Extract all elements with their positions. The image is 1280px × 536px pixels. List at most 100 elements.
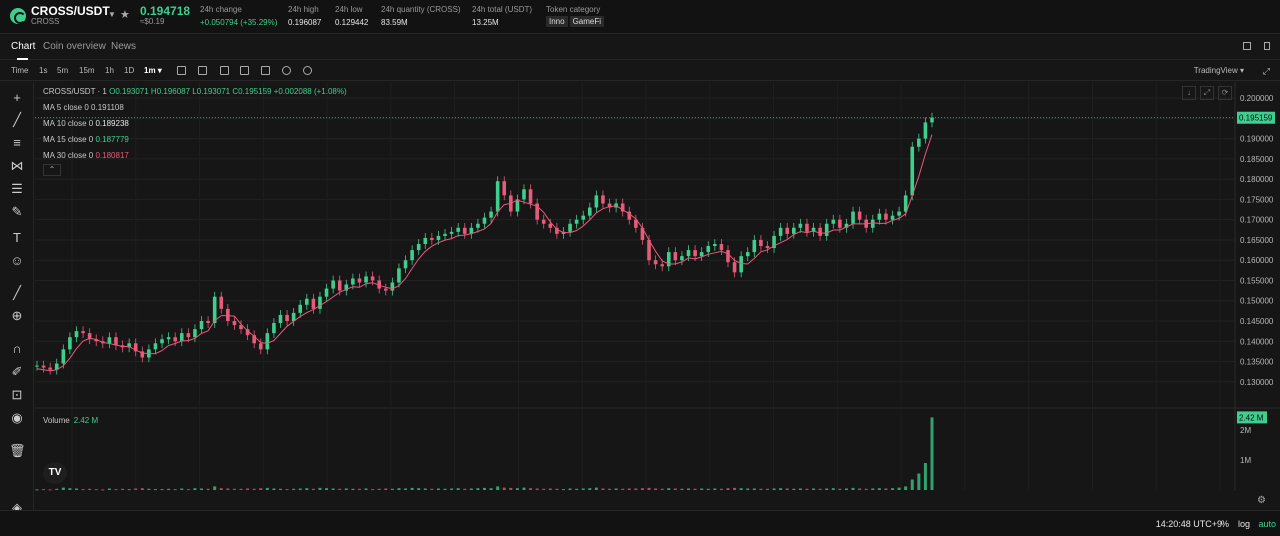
ma-label: MA 30 close 0	[43, 151, 94, 160]
fib-icon[interactable]: ☰	[9, 181, 25, 197]
volume-bar	[601, 488, 605, 490]
volume-bar	[219, 488, 223, 490]
candle	[805, 223, 809, 232]
bar-chart-icon[interactable]	[177, 66, 186, 75]
horizontal-lines-icon[interactable]: ≡	[9, 135, 25, 151]
candle	[541, 219, 546, 224]
volume-bar	[673, 488, 677, 490]
y-tick-label: 0.155000	[1240, 276, 1274, 285]
lock-icon[interactable]: ⊡	[9, 387, 25, 403]
tab-news[interactable]: News	[111, 41, 136, 52]
save-icon[interactable]	[1243, 42, 1251, 50]
candle	[870, 219, 875, 228]
volume-bar	[476, 488, 480, 490]
brush-icon[interactable]: ✎	[9, 204, 25, 220]
interval-15m[interactable]: 15m	[79, 66, 95, 75]
interval-1d[interactable]: 1D	[124, 66, 134, 75]
settings-icon[interactable]	[303, 66, 312, 75]
symbol-name[interactable]: CROSS/USDT	[31, 4, 110, 18]
candle	[41, 365, 46, 368]
volume-bar	[48, 489, 52, 491]
refresh-icon[interactable]	[282, 66, 291, 75]
ruler-icon[interactable]: ╱	[9, 285, 25, 301]
interval-5m[interactable]: 5m	[57, 66, 68, 75]
camera-icon[interactable]	[240, 66, 249, 75]
percent-toggle[interactable]: %	[1221, 519, 1229, 529]
volume-bar	[739, 488, 743, 490]
volume-bar	[272, 488, 276, 490]
tag-gamefi[interactable]: GameFi	[569, 16, 605, 27]
reset-icon[interactable]: ⟳	[1218, 86, 1232, 100]
gear-icon[interactable]: ⚙	[1257, 495, 1266, 506]
volume-bar	[94, 489, 98, 491]
candle	[173, 337, 177, 342]
chevron-down-icon[interactable]: ▼	[108, 10, 116, 19]
volume-bar	[167, 488, 171, 490]
emoji-icon[interactable]: ☺	[9, 253, 25, 269]
volume-bar	[779, 488, 783, 490]
y-tick-label: 0.135000	[1240, 358, 1274, 367]
candle	[265, 333, 270, 350]
volume-bar	[331, 488, 335, 490]
candle	[726, 250, 730, 263]
expand-icon[interactable]: ⤢	[1263, 66, 1270, 77]
volume-bar	[147, 488, 151, 490]
candle	[456, 227, 460, 232]
ma-value: 0.191108	[91, 103, 124, 112]
candle	[449, 231, 454, 234]
tradingview-logo-icon[interactable]: TV	[43, 462, 67, 484]
indicator-icon[interactable]	[220, 66, 229, 75]
volume-bar	[805, 488, 809, 490]
trash-icon[interactable]: 🗑	[9, 443, 26, 459]
volume-bar	[634, 488, 638, 490]
volume-bar	[246, 488, 250, 490]
stat-24h-low: 24h low 0.129442	[335, 5, 368, 27]
draw-lock-icon[interactable]: ✐	[9, 364, 25, 380]
tradingview-select[interactable]: TradingView ▾	[1194, 66, 1244, 75]
candle	[416, 244, 421, 251]
log-toggle[interactable]: log	[1238, 519, 1250, 529]
arrow-down-icon[interactable]: ↓	[1182, 86, 1196, 100]
candle	[673, 252, 678, 261]
candle	[581, 215, 586, 220]
volume-bar	[417, 488, 421, 490]
interval-1m-selected[interactable]: 1m ▾	[144, 66, 162, 75]
tab-chart[interactable]: Chart	[11, 41, 35, 52]
candle	[897, 211, 901, 216]
pattern-icon[interactable]: ⋈	[9, 158, 25, 174]
volume-bar	[450, 488, 454, 490]
fullscreen-icon[interactable]: ⤢	[1200, 86, 1214, 100]
volume-bar	[265, 487, 269, 490]
more-icon[interactable]	[1264, 42, 1270, 50]
candle	[423, 237, 428, 244]
candle	[502, 181, 507, 196]
y-tick-label: 0.160000	[1240, 256, 1274, 265]
volume-bar	[298, 488, 302, 490]
volume-bar	[568, 488, 572, 490]
collapse-legend-button[interactable]: ⌃	[43, 164, 61, 176]
candle	[890, 215, 895, 220]
tab-coin-overview[interactable]: Coin overview	[43, 41, 106, 52]
zoom-icon[interactable]: ⊕	[9, 308, 25, 324]
auto-toggle[interactable]: auto	[1258, 519, 1276, 529]
favorite-star-icon[interactable]: ★	[120, 8, 130, 21]
volume-bar	[627, 488, 631, 490]
magnet-icon[interactable]: ∩	[9, 341, 25, 357]
trendline-icon[interactable]: ╱	[9, 112, 25, 128]
eye-icon[interactable]: ◉	[9, 410, 25, 426]
crosshair-icon[interactable]: +	[9, 90, 25, 106]
volume-bar	[706, 488, 710, 490]
text-icon[interactable]: T	[9, 230, 25, 246]
candle	[818, 227, 822, 236]
interval-1h[interactable]: 1h	[105, 66, 114, 75]
candle	[403, 260, 408, 269]
stat-24h-quantity: 24h quantity (CROSS) 83.59M	[381, 5, 461, 27]
volume-bar	[555, 488, 559, 490]
candle	[278, 314, 283, 324]
candle-icon[interactable]	[198, 66, 207, 75]
interval-1s[interactable]: 1s	[39, 66, 47, 75]
volume-bar	[515, 488, 519, 490]
calculator-icon[interactable]	[261, 66, 270, 75]
y-tick-label: 0.175000	[1240, 195, 1274, 204]
tag-inno[interactable]: Inno	[546, 16, 568, 27]
